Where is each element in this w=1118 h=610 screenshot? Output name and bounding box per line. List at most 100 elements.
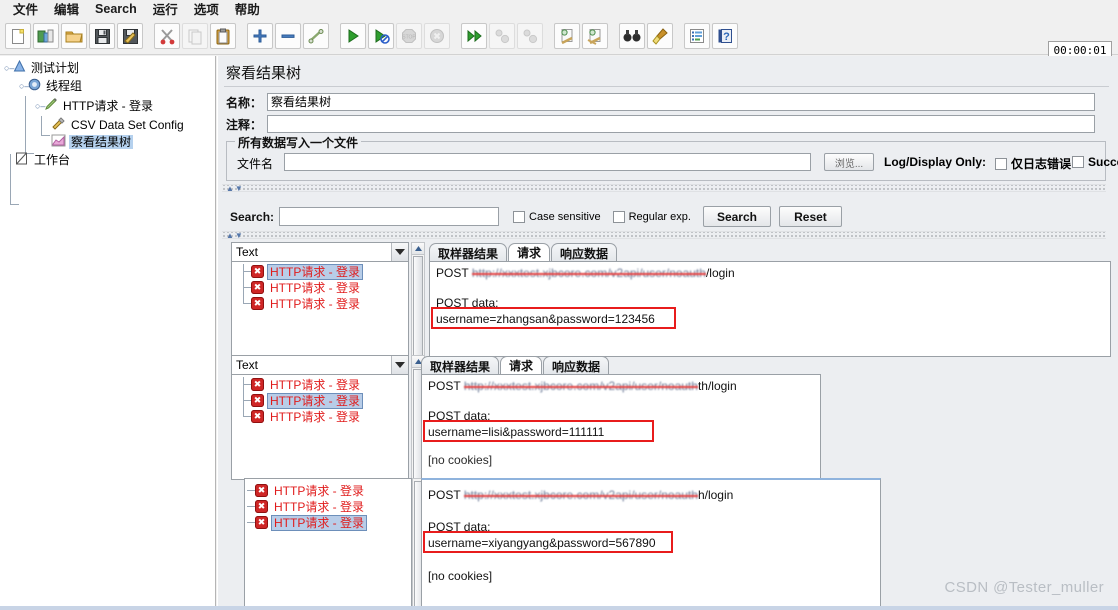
request-body-3[interactable]: POST http://xxxtest.xjbcore.com/v2api/us… bbox=[421, 478, 881, 610]
clear-icon[interactable] bbox=[554, 23, 580, 49]
url-suffix: th/login bbox=[697, 379, 737, 393]
toolbar-separator-7 bbox=[674, 23, 683, 49]
menu-file[interactable]: 文件 bbox=[5, 0, 46, 20]
toggle-enable-icon[interactable] bbox=[303, 23, 329, 49]
menu-help[interactable]: 帮助 bbox=[227, 0, 268, 20]
results-scrollbar-1[interactable] bbox=[411, 242, 425, 357]
help-book-icon[interactable]: ? bbox=[712, 23, 738, 49]
stop-remote-all-icon[interactable] bbox=[489, 23, 515, 49]
result-label: HTTP请求 - 登录 bbox=[271, 514, 367, 531]
tree-node-workbench[interactable]: 工作台 bbox=[15, 152, 72, 168]
tab-request[interactable]: 请求 bbox=[508, 243, 551, 262]
search-button[interactable]: Search bbox=[702, 206, 771, 227]
request-body-2[interactable]: POST http://xxxtest.xjbcore.com/v2api/us… bbox=[421, 374, 821, 480]
clear-all-icon[interactable] bbox=[582, 23, 608, 49]
save-icon[interactable] bbox=[89, 23, 115, 49]
tab-response-data[interactable]: 响应数据 bbox=[543, 356, 610, 375]
chevron-down-icon[interactable] bbox=[391, 356, 408, 374]
splitter-arrows-icon[interactable]: ▲▼ bbox=[226, 231, 244, 240]
splitter-lower[interactable]: ▲▼ bbox=[222, 231, 1106, 240]
menu-options[interactable]: 选项 bbox=[186, 0, 227, 20]
save-as-icon[interactable] bbox=[117, 23, 143, 49]
toolbar-separator-4 bbox=[451, 23, 460, 49]
tab-sampler-result[interactable]: 取样器结果 bbox=[421, 356, 500, 375]
tree-node-test-plan[interactable]: ○– 测试计划 bbox=[4, 59, 81, 76]
cut-scissors-icon[interactable] bbox=[154, 23, 180, 49]
open-folder-icon[interactable] bbox=[61, 23, 87, 49]
list-item[interactable]: ✖ HTTP请求 - 登录 bbox=[251, 409, 362, 424]
write-results-to-file-group: 所有数据写入一个文件 文件名 浏览... Log/Display Only: 仅… bbox=[226, 134, 1118, 181]
name-input[interactable]: 察看结果树 bbox=[267, 93, 1096, 111]
menu-edit[interactable]: 编辑 bbox=[46, 0, 87, 20]
tab-sampler-result[interactable]: 取样器结果 bbox=[429, 243, 508, 262]
regular-exp-checkbox[interactable]: Regular exp. bbox=[612, 210, 691, 223]
error-icon: ✖ bbox=[255, 516, 268, 529]
render-selector-1[interactable]: Text bbox=[231, 242, 409, 262]
copy-icon[interactable] bbox=[182, 23, 208, 49]
start-remote-all-icon[interactable] bbox=[461, 23, 487, 49]
list-item[interactable]: ✖ HTTP请求 - 登录 bbox=[255, 499, 366, 514]
tree-branch-tick bbox=[247, 506, 255, 507]
search-binoculars-icon[interactable] bbox=[619, 23, 645, 49]
list-item[interactable]: ✖ HTTP请求 - 登录 bbox=[255, 514, 367, 531]
url-suffix: h/login bbox=[697, 488, 734, 502]
function-helper-icon[interactable] bbox=[684, 23, 710, 49]
list-item[interactable]: ✖ HTTP请求 - 登录 bbox=[251, 377, 362, 392]
list-item[interactable]: ✖ HTTP请求 - 登录 bbox=[251, 392, 363, 409]
list-item[interactable]: ✖ HTTP请求 - 登录 bbox=[255, 483, 366, 498]
redacted-url: http://xxxtest.xjbcore.com/v2api/user/no… bbox=[471, 266, 707, 280]
error-icon: ✖ bbox=[255, 484, 268, 497]
results-list-2[interactable]: ✖ HTTP请求 - 登录 ✖ HTTP请求 - 登录 ✖ HTTP请求 - 登… bbox=[231, 375, 409, 480]
tree-branch-tick bbox=[243, 271, 251, 272]
regular-exp-label: Regular exp. bbox=[628, 210, 691, 223]
tree-node-http-request[interactable]: ○– HTTP请求 - 登录 bbox=[35, 97, 155, 114]
scrollbar-thumb[interactable] bbox=[413, 256, 423, 356]
title-divider bbox=[224, 86, 1109, 87]
splitter-upper[interactable]: ▲▼ bbox=[222, 184, 1106, 193]
menu-search[interactable]: Search bbox=[87, 1, 145, 18]
start-play-icon[interactable] bbox=[340, 23, 366, 49]
start-no-pauses-icon[interactable] bbox=[368, 23, 394, 49]
detail-tabs-2: 取样器结果 请求 响应数据 bbox=[421, 355, 610, 375]
splitter-arrows-icon[interactable]: ▲▼ bbox=[226, 184, 244, 193]
results-list-1[interactable]: ✖ HTTP请求 - 登录 ✖ HTTP请求 - 登录 ✖ HTTP请求 - 登… bbox=[231, 262, 409, 357]
tab-request[interactable]: 请求 bbox=[500, 356, 543, 375]
templates-icon[interactable] bbox=[33, 23, 59, 49]
stop-icon[interactable]: STOP bbox=[396, 23, 422, 49]
browse-button[interactable]: 浏览... bbox=[824, 153, 874, 171]
tab-response-data[interactable]: 响应数据 bbox=[551, 243, 618, 262]
success-checkbox[interactable]: Success bbox=[1072, 155, 1118, 169]
page-title: 察看结果树 bbox=[226, 65, 302, 82]
case-sensitive-checkbox[interactable]: Case sensitive bbox=[513, 210, 601, 223]
paste-clipboard-icon[interactable] bbox=[210, 23, 236, 49]
menu-bar: 文件 编辑 Search 运行 选项 帮助 bbox=[0, 0, 1118, 18]
reset-search-broom-icon[interactable] bbox=[647, 23, 673, 49]
shutdown-remote-all-icon[interactable] bbox=[517, 23, 543, 49]
scroll-up-arrow-icon[interactable] bbox=[412, 243, 424, 255]
collapse-minus-icon[interactable] bbox=[275, 23, 301, 49]
expand-plus-icon[interactable] bbox=[247, 23, 273, 49]
comment-input[interactable] bbox=[267, 115, 1096, 133]
search-input[interactable] bbox=[279, 207, 500, 226]
tree-branch-line bbox=[243, 377, 244, 417]
request-body-1[interactable]: POST http://xxxtest.xjbcore.com/v2api/us… bbox=[429, 261, 1111, 357]
list-item[interactable]: ✖ HTTP请求 - 登录 bbox=[251, 280, 362, 295]
filename-input[interactable] bbox=[284, 153, 811, 171]
test-plan-tree[interactable]: ○– 测试计划 ○– 线程组 ○– HTTP请求 - 登录 CSV Data S… bbox=[0, 56, 216, 610]
list-item[interactable]: ✖ HTTP请求 - 登录 bbox=[251, 263, 363, 280]
reset-button[interactable]: Reset bbox=[778, 206, 842, 227]
render-selector-2[interactable]: Text bbox=[231, 355, 409, 375]
results-list-3[interactable]: ✖ HTTP请求 - 登录 ✖ HTTP请求 - 登录 ✖ HTTP请求 - 登… bbox=[244, 478, 412, 610]
list-item[interactable]: ✖ HTTP请求 - 登录 bbox=[251, 296, 362, 311]
tree-node-view-results-tree[interactable]: 察看结果树 bbox=[35, 134, 134, 150]
tree-node-thread-group[interactable]: ○– 线程组 bbox=[19, 78, 84, 94]
errors-only-checkbox[interactable]: 仅日志错误 bbox=[995, 155, 1071, 172]
comment-row: 注释： bbox=[226, 115, 1106, 133]
new-document-icon[interactable] bbox=[5, 23, 31, 49]
menu-run[interactable]: 运行 bbox=[145, 0, 186, 20]
name-row: 名称： 察看结果树 bbox=[226, 93, 1106, 111]
tree-node-csv-data-set-config[interactable]: CSV Data Set Config bbox=[51, 116, 186, 133]
errors-only-label: 仅日志错误 bbox=[1011, 157, 1072, 171]
chevron-down-icon[interactable] bbox=[391, 243, 408, 261]
shutdown-icon[interactable] bbox=[424, 23, 450, 49]
